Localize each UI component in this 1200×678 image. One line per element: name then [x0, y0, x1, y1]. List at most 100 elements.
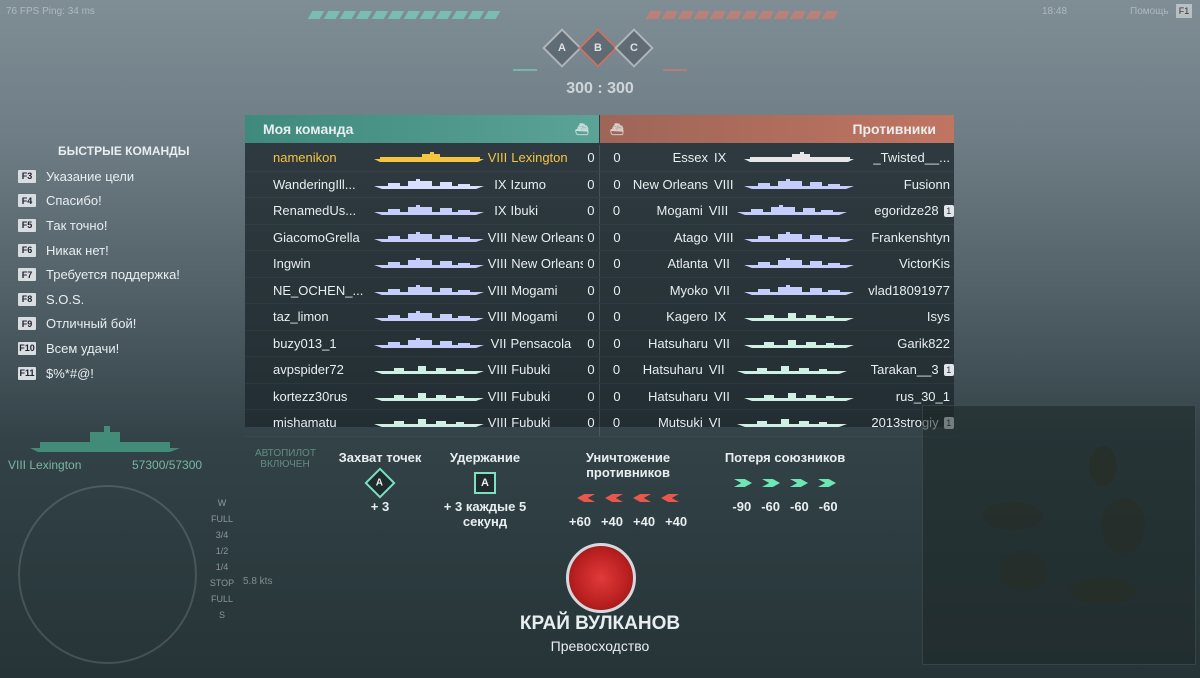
- ship-tier: IX: [494, 176, 507, 192]
- enemy-player-entry[interactable]: 0 Mogami VIII egoridze28 1: [600, 198, 954, 224]
- map-emblem-icon: [566, 543, 636, 613]
- enemy-player-entry[interactable]: 0 Hatsuharu VII rus_30_1: [600, 384, 954, 410]
- objective-hold: Удержание A + 3 каждые 5 секунд: [420, 450, 550, 529]
- scoreboard-row: NE_OCHEN_... VIII Mogami 0 0 Myoko VII vlad1809…: [245, 277, 954, 304]
- enemy-player-entry[interactable]: 0 Atlanta VII VictorKis: [600, 251, 954, 277]
- ally-player-entry[interactable]: WanderingIll... IX Izumo 0: [245, 171, 600, 197]
- ship-name: Hatsuharu: [648, 335, 708, 351]
- destroy-value: +60: [568, 514, 591, 529]
- player-name: rus_30_1: [895, 388, 950, 404]
- quick-command-item[interactable]: F4 Спасибо!: [18, 189, 238, 214]
- cap-point-b: B: [578, 28, 618, 68]
- throttle-scale: W FULL 3/4 1/2 1/4 STOP FULL S: [208, 498, 236, 626]
- ally-player-entry[interactable]: GiacomoGrella VIII New Orleans 0: [245, 224, 600, 250]
- quick-command-label: Отличный бой!: [46, 316, 137, 332]
- quick-command-item[interactable]: F5 Так точно!: [18, 213, 238, 238]
- quick-command-item[interactable]: F11 $%*#@!: [18, 361, 238, 386]
- ship-class-icon: [740, 177, 858, 192]
- enemy-player-entry[interactable]: 0MutsukiVI2013strogiy1: [600, 410, 954, 436]
- enemy-player-entry[interactable]: 0 Atago VIII Frankenshtyn: [600, 225, 954, 251]
- ally-player-entry[interactable]: kortezz30rus VIII Fubuki 0: [245, 383, 600, 409]
- my-team-header: Моя команда ⛴: [245, 115, 599, 143]
- ship-name: New Orleans: [511, 229, 583, 245]
- frag-count: 0: [613, 309, 621, 325]
- hotkey-badge: F9: [18, 317, 36, 331]
- player-name: Garik822: [897, 335, 950, 351]
- objective-capture-label: Захват точек: [338, 450, 422, 465]
- minimap[interactable]: [922, 405, 1196, 665]
- enemy-player-entry[interactable]: 0 New Orleans VIII Fusionn: [600, 172, 954, 198]
- quick-commands-panel: БЫСТРЫЕ КОМАНДЫ F3 Указание цели F4 Спасибо…: [18, 144, 238, 385]
- quick-command-label: S.O.S.: [46, 291, 85, 307]
- scoreboard-row: taz_limon VIII Mogami 0 0 Kagero IX Isys: [245, 304, 954, 331]
- ship-tier: VII: [490, 335, 507, 351]
- enemy-player-entry[interactable]: 0 Hatsuharu VII Garik822: [600, 331, 954, 357]
- ally-player-entry[interactable]: mishamatu VIII Fubuki 0: [245, 410, 600, 436]
- ship-name: Hatsuharu: [642, 362, 703, 378]
- player-name: egoridze28: [874, 203, 939, 219]
- frag-count: 0: [613, 176, 621, 192]
- ship-tier: VIII: [708, 203, 729, 219]
- help-key[interactable]: F1: [1176, 4, 1192, 18]
- quick-commands-title: БЫСТРЫЕ КОМАНДЫ: [58, 144, 190, 158]
- frag-count: 0: [587, 282, 595, 298]
- ship-name: Izumo: [510, 176, 546, 192]
- ally-player-entry[interactable]: namenikon VIII Lexington 0: [245, 145, 600, 171]
- scoreboard-row: RenamedUs... IX Ibuki 0 0 Mogami VIII egoridze2…: [245, 198, 954, 225]
- enemy-player-entry[interactable]: 0 Kagero IX Isys: [600, 304, 954, 330]
- ship-tier: VIII: [487, 415, 508, 431]
- ship-hp: 57300/57300: [132, 458, 203, 472]
- ally-player-entry[interactable]: RenamedUs... IX Ibuki 0: [245, 198, 600, 224]
- quick-command-item[interactable]: F7 Требуется поддержка!: [18, 262, 238, 287]
- battle-timer: 18:48: [1042, 6, 1068, 17]
- ship-status: VIII Lexington 57300/57300: [8, 458, 208, 472]
- ally-player-entry[interactable]: buzy013_1 VII Pensacola 0: [245, 330, 600, 356]
- ship-name: Mogami: [511, 309, 558, 325]
- enemy-ticks: [645, 11, 839, 21]
- quick-command-item[interactable]: F9 Отличный бой!: [18, 312, 238, 337]
- frag-count: 0: [587, 388, 595, 404]
- ship-class-icon: [733, 203, 851, 218]
- ally-dd-icon: [790, 479, 808, 487]
- quick-command-item[interactable]: F3 Указание цели: [18, 164, 238, 189]
- player-name: kortezz30rus: [273, 388, 348, 404]
- ally-player-entry[interactable]: avpspider72 VIII Fubuki 0: [245, 357, 600, 383]
- autopilot-status: АВТОПИЛОТ ВКЛЮЧЕН: [255, 448, 316, 470]
- enemy-player-entry[interactable]: 0 Hatsuharu VII Tarakan__3 1: [600, 357, 954, 383]
- enemy-player-entry[interactable]: 0 Myoko VII vlad18091977: [600, 278, 954, 304]
- frag-count: 0: [612, 415, 621, 431]
- throttle-step: STOP: [209, 578, 235, 588]
- ally-player-entry[interactable]: Ingwin VIII New Orleans 0: [245, 251, 600, 277]
- quick-command-item[interactable]: F8 S.O.S.: [18, 287, 238, 312]
- player-name: VictorKis: [898, 256, 950, 272]
- frag-count: 0: [587, 203, 595, 219]
- throttle-step: 1/2: [215, 546, 229, 556]
- ally-bb-icon: [734, 479, 752, 487]
- objective-capture: Захват точек A + 3: [330, 450, 430, 514]
- ally-player-entry[interactable]: taz_limon VIII Mogami 0: [245, 304, 600, 330]
- quick-command-item[interactable]: F10 Всем удачи!: [18, 336, 238, 361]
- frag-count: 0: [587, 362, 595, 378]
- destroy-value: +40: [633, 514, 656, 529]
- quick-command-label: $%*#@!: [46, 365, 94, 381]
- quick-command-item[interactable]: F6 Никак нет!: [18, 238, 238, 263]
- frag-count: 0: [613, 388, 621, 404]
- player-name: Tarakan__3: [870, 362, 939, 378]
- enemy-cruiser-icon: [605, 494, 623, 502]
- battle-mode: Превосходство: [550, 638, 650, 654]
- frag-count: 0: [613, 229, 621, 245]
- ship-name: Mogami: [511, 282, 558, 298]
- frag-count: 0: [613, 335, 621, 351]
- ship-name: New Orleans: [511, 256, 583, 272]
- enemy-player-entry[interactable]: 0 Essex IX _Twisted__...: [600, 145, 954, 171]
- ally-player-entry[interactable]: NE_OCHEN_... VIII Mogami 0: [245, 277, 600, 303]
- ship-class-icon: [370, 362, 488, 377]
- enemy-cv-icon: [661, 494, 679, 502]
- ship-silhouette: [30, 418, 180, 452]
- scoreboard-row: namenikon VIII Lexington 0 0 Essex IX _Twisted_…: [245, 145, 954, 172]
- hotkey-badge: F4: [18, 194, 36, 208]
- frag-count: 0: [587, 415, 595, 431]
- loss-value: -60: [761, 499, 780, 514]
- objective-capture-value: + 3: [370, 499, 390, 514]
- ship-tier: IX: [494, 203, 507, 219]
